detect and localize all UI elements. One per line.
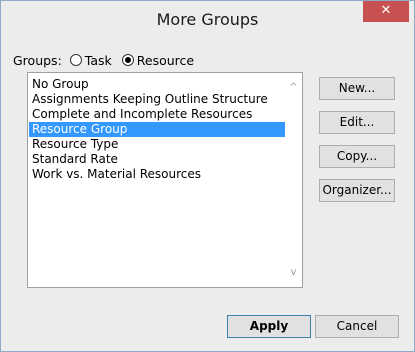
list-item[interactable]: Assignments Keeping Outline Structure — [29, 92, 285, 107]
dialog-title: More Groups — [156, 10, 259, 29]
copy-button[interactable]: Copy... — [319, 145, 395, 168]
list-item[interactable]: Work vs. Material Resources — [29, 167, 285, 182]
copy-button-label: Copy... — [336, 149, 378, 163]
scroll-up-icon[interactable]: ^ — [285, 79, 302, 96]
radio-resource-label: Resource — [136, 52, 195, 68]
list-scrollbar[interactable]: ^ v — [285, 73, 302, 287]
more-groups-dialog: More Groups ✕ Groups: Task Resource No G… — [0, 0, 415, 352]
cancel-button-label: Cancel — [336, 319, 378, 333]
groups-label: Groups: — [13, 52, 62, 68]
groups-radio-row: Groups: Task Resource — [13, 51, 204, 69]
list-item[interactable]: Standard Rate — [29, 152, 285, 167]
radio-task-indicator[interactable] — [69, 54, 82, 66]
radio-resource[interactable]: Resource — [121, 52, 195, 68]
edit-button[interactable]: Edit... — [319, 111, 395, 134]
apply-button-label: Apply — [249, 319, 289, 333]
radio-task[interactable]: Task — [69, 52, 112, 68]
edit-button-label: Edit... — [339, 115, 375, 129]
close-button[interactable]: ✕ — [363, 1, 409, 22]
apply-button[interactable]: Apply — [227, 315, 311, 338]
radio-resource-indicator[interactable] — [121, 54, 134, 66]
new-button[interactable]: New... — [319, 77, 395, 100]
list-item[interactable]: No Group — [29, 77, 285, 92]
list-item[interactable]: Resource Type — [29, 137, 285, 152]
groups-listbox[interactable]: No Group Assignments Keeping Outline Str… — [27, 72, 303, 288]
groups-list: No Group Assignments Keeping Outline Str… — [29, 77, 285, 182]
cancel-button[interactable]: Cancel — [315, 315, 399, 338]
organizer-button-label: Organizer... — [322, 183, 392, 197]
radio-task-label: Task — [84, 52, 112, 68]
organizer-button[interactable]: Organizer... — [319, 179, 395, 202]
list-item[interactable]: Complete and Incomplete Resources — [29, 107, 285, 122]
title-bar: More Groups ✕ — [1, 1, 414, 38]
list-item-selected[interactable]: Resource Group — [29, 122, 285, 137]
new-button-label: New... — [338, 81, 376, 95]
scroll-down-icon[interactable]: v — [285, 264, 302, 281]
close-icon: ✕ — [380, 3, 392, 18]
